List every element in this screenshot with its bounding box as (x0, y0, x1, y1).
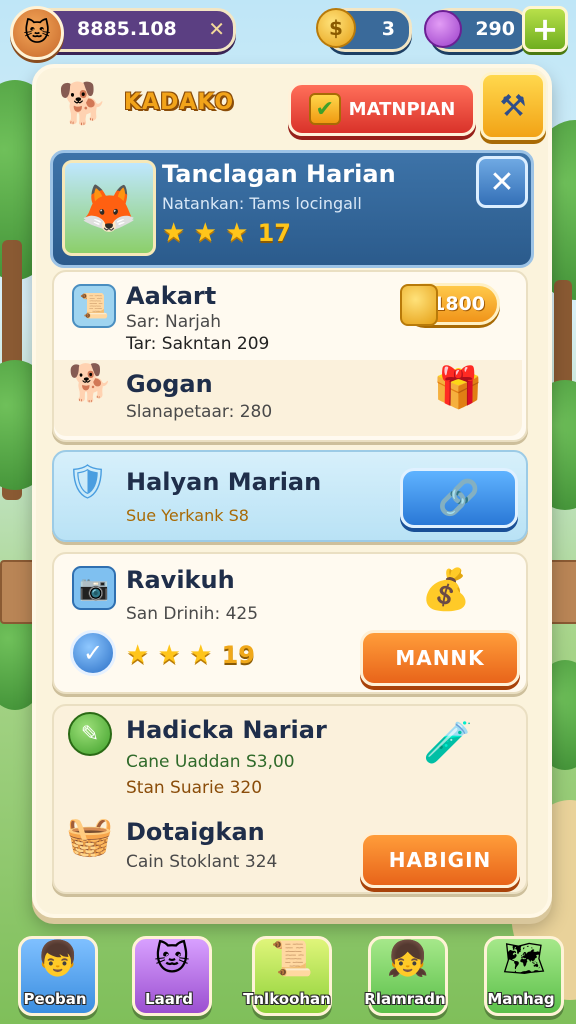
quest-line: San Drinih: 425 (126, 604, 259, 624)
quest-line: Tar: Sakntan 209 (126, 334, 270, 354)
reward-amount: 1800 (432, 293, 485, 315)
quest-line: Cane Uaddan S3,00 (126, 752, 295, 772)
nav-label: Laard (145, 990, 193, 1008)
tool-button[interactable]: ⚒ (480, 72, 546, 140)
coin-count: 3 (381, 18, 395, 40)
potion-jar-icon: 🧪 (423, 719, 473, 766)
quest-title: Dotaigkan (126, 818, 265, 846)
gem-icon (424, 10, 462, 48)
nav-label: Rlamradn (364, 990, 446, 1008)
quest-title: Aakart (126, 282, 217, 310)
quest-stars: ★ ★ ★ 19 (126, 640, 255, 670)
key-icon: 🔗 (437, 478, 481, 518)
reward-coin-icon (400, 284, 438, 326)
basket-icon: 🧺 (66, 814, 114, 858)
camera-icon: 📷 (72, 566, 116, 610)
quest-line: Sar: Narjah (126, 312, 222, 332)
hammer-icon: ⚒ (499, 88, 527, 124)
star-icon: ★ ★ ★ (126, 640, 213, 670)
header-title: Tanclagan Harian (162, 160, 396, 188)
coin-icon: $ (316, 8, 356, 48)
quest-action-button[interactable]: MANNK (360, 630, 520, 686)
quest-line: Stan Suarie 320 (126, 778, 263, 798)
avatar-girl-icon: 👧 (386, 939, 430, 979)
avatar-boy-icon: 👦 (36, 939, 80, 979)
nav-label: Peoban (23, 990, 87, 1008)
link-action-button[interactable]: 🔗 (400, 468, 518, 528)
dog-icon: 🐕 (68, 363, 113, 404)
quest-action-button[interactable]: HABIGIN (360, 832, 520, 888)
star-icon: ★ ★ ★ (162, 218, 249, 248)
quest-line: Sue Yerkank S8 (126, 506, 249, 525)
header-star-count: 17 (257, 219, 291, 247)
player-avatar[interactable]: 🐱 (10, 6, 64, 60)
main-action-button[interactable]: ✔ MATNPIAN (288, 82, 476, 136)
quest-title: Hadicka Nariar (126, 716, 327, 744)
quest-title: Gogan (126, 370, 213, 398)
map-icon: 🗺 (502, 939, 546, 979)
panel-logo: KADAKO (124, 90, 235, 115)
quest-line: Cain Stoklant 324 (126, 852, 278, 872)
nav-label: Tnlkoohan (243, 990, 331, 1008)
shield-icon: 🛡 (66, 462, 110, 502)
main-action-label: MATNPIAN (348, 98, 456, 120)
header-subtitle: Natankan: Tams locingall (162, 194, 362, 213)
checkmark-icon: ✔ (308, 93, 341, 125)
add-currency-button[interactable]: + (522, 6, 568, 52)
quest-title: Halyan Marian (126, 468, 322, 496)
nav-label: Manhag (487, 990, 555, 1008)
gift-chest-icon: 🎁 (433, 364, 483, 411)
quest-check-icon: ✓ (70, 630, 116, 676)
cat-icon: 🐱 (154, 939, 190, 979)
quest-title: Ravikuh (126, 566, 235, 594)
quest-star-count: 19 (221, 641, 255, 669)
header-stars: ★ ★ ★ 17 (162, 218, 291, 248)
gem-count: 290 (475, 18, 515, 40)
fox-portrait-icon: 🦊 (62, 160, 156, 256)
scroll-icon: 📜 (72, 284, 116, 328)
player-id-text: 8885.108 (77, 18, 177, 40)
treasure-pile-icon: 💰 (421, 566, 471, 613)
compass-icon: ✎ (68, 712, 112, 756)
quest-line: Slanapetaar: 280 (126, 402, 273, 422)
mascot-dog-icon: 🐕 (58, 81, 108, 127)
close-button[interactable]: ✕ (476, 156, 528, 208)
scroll-icon: 📜 (270, 939, 314, 979)
close-icon[interactable]: ✕ (208, 17, 225, 41)
